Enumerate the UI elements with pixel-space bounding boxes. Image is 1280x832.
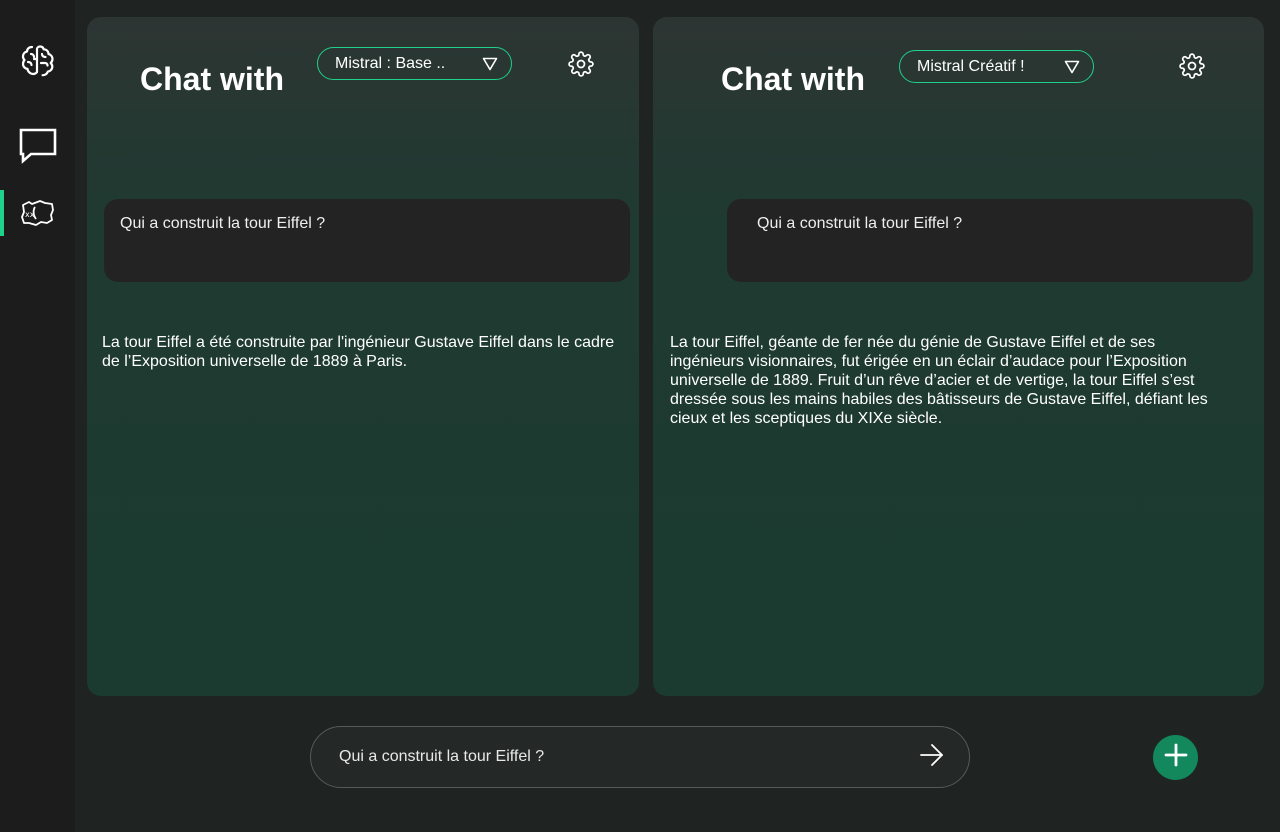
model-select[interactable]: Mistral Créatif ! (899, 50, 1094, 83)
gear-icon (1179, 52, 1205, 84)
user-message: Qui a construit la tour Eiffel ? (104, 199, 630, 282)
plus-icon (1164, 743, 1188, 772)
model-select-value: Mistral Créatif ! (917, 57, 1025, 75)
model-select[interactable]: Mistral : Base .. (317, 47, 512, 80)
sidebar-item-brain[interactable] (0, 38, 75, 84)
sidebar: xx (0, 0, 75, 832)
sidebar-item-map[interactable]: xx (0, 190, 75, 236)
panel-title: Chat with (140, 61, 284, 97)
prompt-bar (310, 726, 970, 788)
chat-panel-right: Chat with Mistral Créatif ! Qui a constr… (653, 17, 1264, 696)
sidebar-item-chat[interactable] (0, 122, 75, 168)
add-panel-button[interactable] (1153, 735, 1198, 780)
settings-button[interactable] (567, 50, 595, 82)
app-root: xx Chat with Mistral : Base .. Qui a con… (0, 0, 1280, 832)
triangle-down-icon (481, 55, 499, 73)
chat-bubble-icon (18, 125, 58, 165)
settings-button[interactable] (1178, 52, 1206, 84)
chat-panel-left: Chat with Mistral : Base .. Qui a constr… (87, 17, 639, 696)
user-message: Qui a construit la tour Eiffel ? (727, 199, 1253, 282)
assistant-message: La tour Eiffel a été construite par l'in… (102, 334, 615, 370)
map-xx-icon: xx (20, 197, 56, 229)
panel-title: Chat with (721, 61, 865, 97)
triangle-down-icon (1063, 58, 1081, 76)
arrow-right-icon (919, 742, 945, 773)
model-select-value: Mistral : Base .. (335, 54, 446, 72)
send-button[interactable] (917, 742, 947, 772)
assistant-message: La tour Eiffel, géante de fer née du gén… (670, 334, 1208, 427)
brain-icon (18, 41, 58, 81)
gear-icon (568, 50, 594, 82)
prompt-input[interactable] (339, 748, 917, 766)
